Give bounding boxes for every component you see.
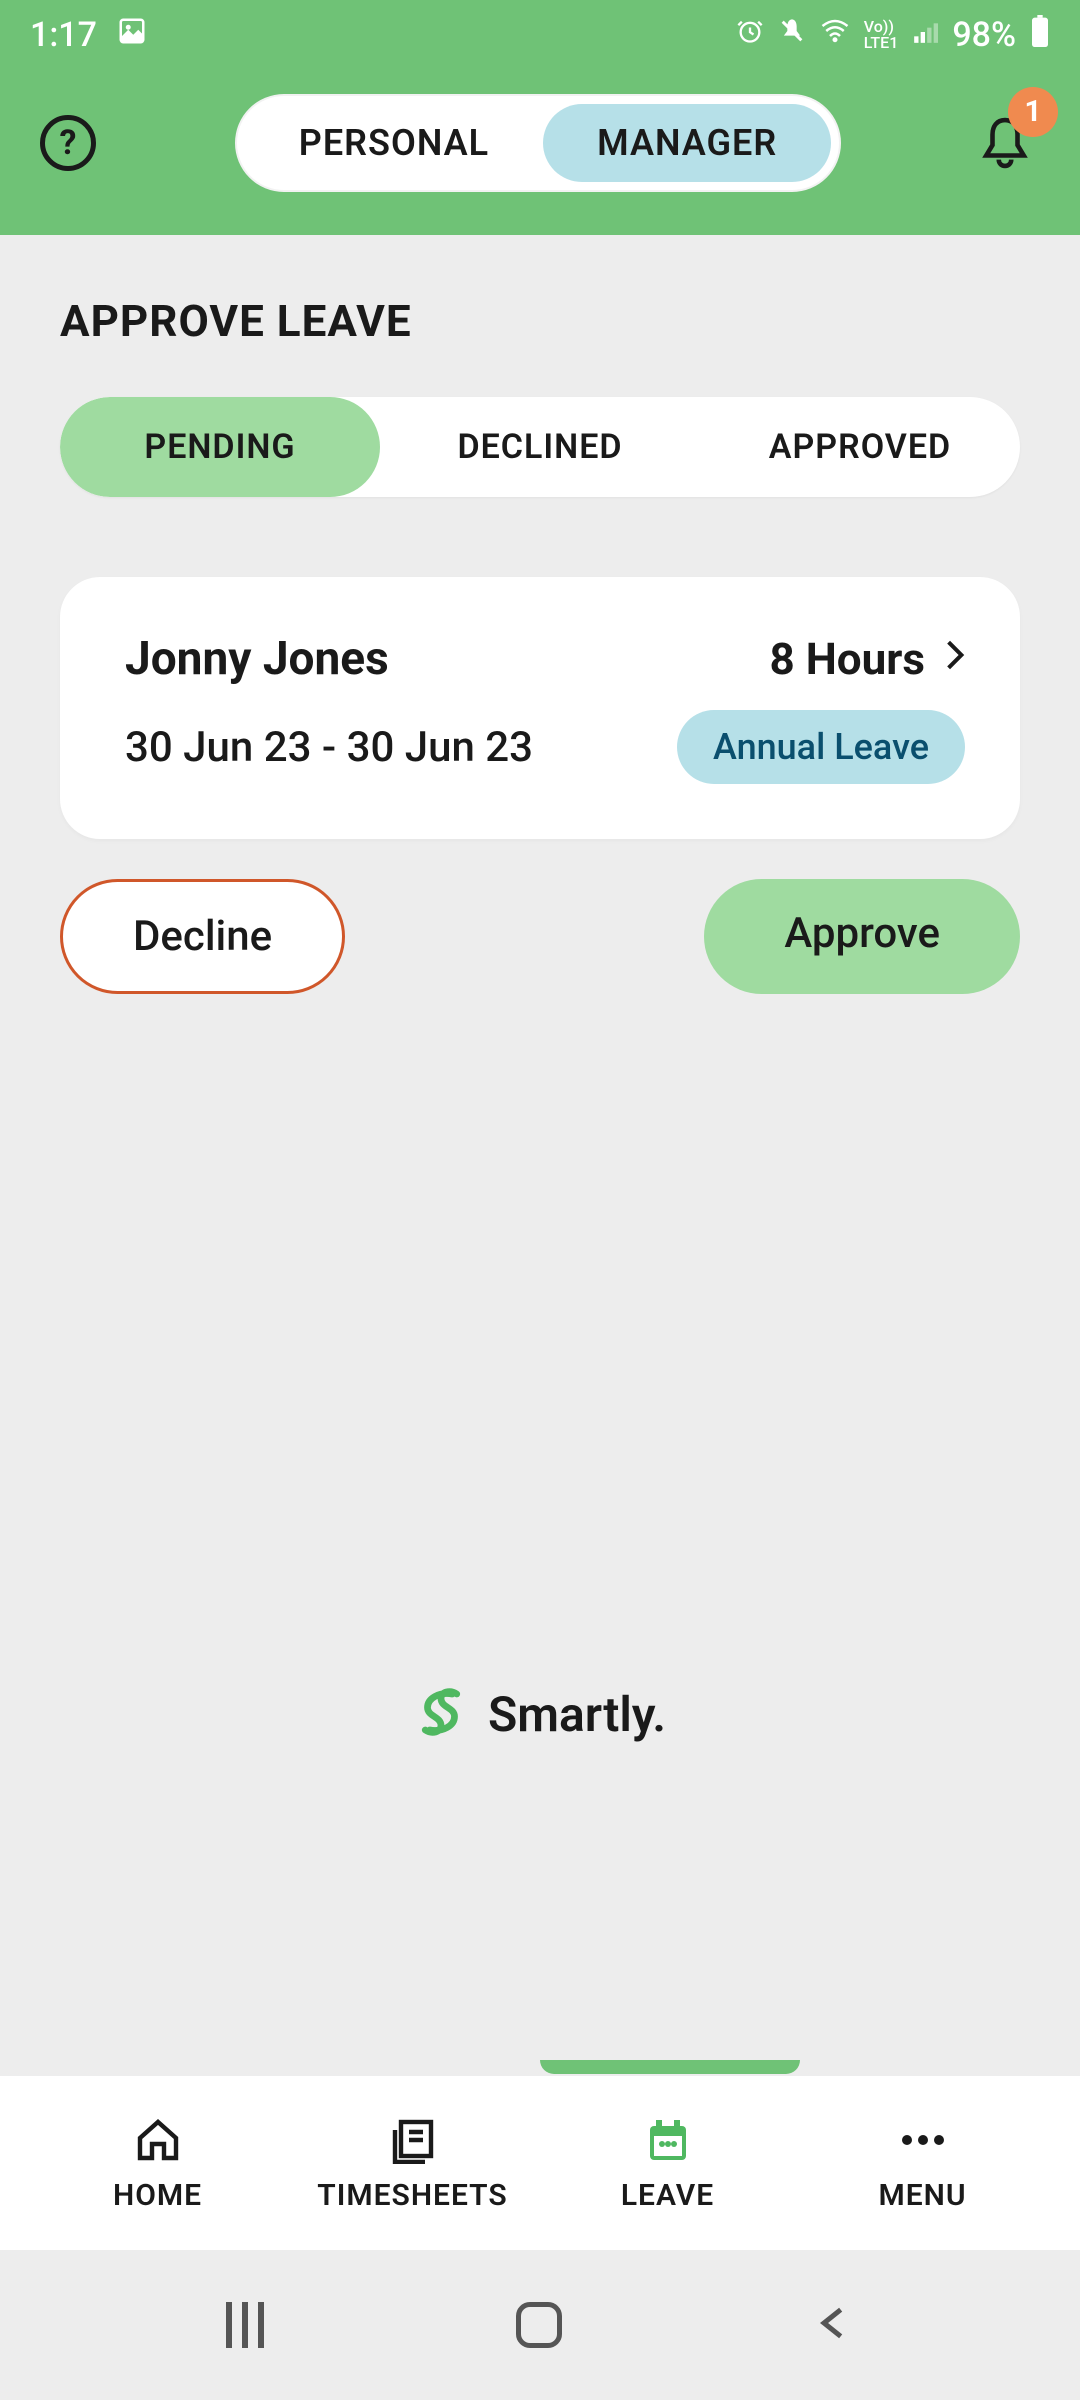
status-bar: 1:17 Vo)) LTE1 98% <box>0 0 1080 70</box>
bottom-nav: HOME TIMESHEETS LEAVE MENU <box>0 2076 1080 2250</box>
mute-icon <box>778 17 806 53</box>
battery-icon <box>1030 15 1050 55</box>
status-time: 1:17 <box>30 15 97 55</box>
alarm-icon <box>736 17 764 53</box>
leave-dates: 30 Jun 23 - 30 Jun 23 <box>125 723 533 772</box>
decline-button[interactable]: Decline <box>60 879 345 994</box>
brand: Smartly. <box>0 1685 1080 1743</box>
leave-type-badge: Annual Leave <box>677 710 965 784</box>
page-title: APPROVE LEAVE <box>60 295 1020 347</box>
tab-approved[interactable]: APPROVED <box>700 397 1020 497</box>
role-personal[interactable]: PERSONAL <box>245 104 543 182</box>
leave-hours: 8 Hours <box>770 633 925 685</box>
chevron-right-icon <box>945 639 965 680</box>
nav-home-label: HOME <box>113 2178 202 2213</box>
image-icon <box>117 15 147 55</box>
nav-menu-label: MENU <box>878 2178 966 2213</box>
sys-home-button[interactable] <box>516 2302 562 2348</box>
notification-badge: 1 <box>1008 87 1058 137</box>
sys-back-button[interactable] <box>814 2303 854 2347</box>
home-icon <box>132 2114 184 2166</box>
network-label: Vo)) LTE1 <box>864 19 899 51</box>
menu-icon <box>897 2114 949 2166</box>
nav-leave[interactable]: LEAVE <box>540 2114 795 2213</box>
role-manager[interactable]: MANAGER <box>543 104 831 182</box>
nav-timesheets-label: TIMESHEETS <box>317 2178 507 2213</box>
nav-menu[interactable]: MENU <box>795 2114 1050 2213</box>
calendar-icon <box>642 2114 694 2166</box>
help-icon[interactable]: ? <box>40 115 96 171</box>
brand-name: Smartly. <box>488 1686 666 1743</box>
nav-timesheets[interactable]: TIMESHEETS <box>285 2114 540 2213</box>
active-tab-indicator <box>540 2060 800 2074</box>
timesheets-icon <box>387 2114 439 2166</box>
wifi-icon <box>820 16 850 54</box>
signal-icon <box>912 18 938 53</box>
tab-pending[interactable]: PENDING <box>60 397 380 497</box>
status-tabs: PENDING DECLINED APPROVED <box>60 397 1020 497</box>
bell-icon <box>980 158 1030 177</box>
tab-declined[interactable]: DECLINED <box>380 397 700 497</box>
brand-logo-icon <box>414 1685 468 1743</box>
notifications-button[interactable]: 1 <box>980 113 1040 173</box>
system-nav-bar <box>0 2250 1080 2400</box>
approve-button[interactable]: Approve <box>704 879 1020 994</box>
sys-recents-button[interactable] <box>226 2302 264 2348</box>
leave-request-card[interactable]: Jonny Jones 8 Hours 30 Jun 23 - 30 Jun 2… <box>60 577 1020 839</box>
battery-percent: 98% <box>952 15 1016 55</box>
nav-leave-label: LEAVE <box>621 2178 714 2213</box>
app-header: ? PERSONAL MANAGER 1 <box>0 70 1080 235</box>
nav-home[interactable]: HOME <box>30 2114 285 2213</box>
employee-name: Jonny Jones <box>125 632 389 686</box>
role-toggle: PERSONAL MANAGER <box>235 94 841 192</box>
